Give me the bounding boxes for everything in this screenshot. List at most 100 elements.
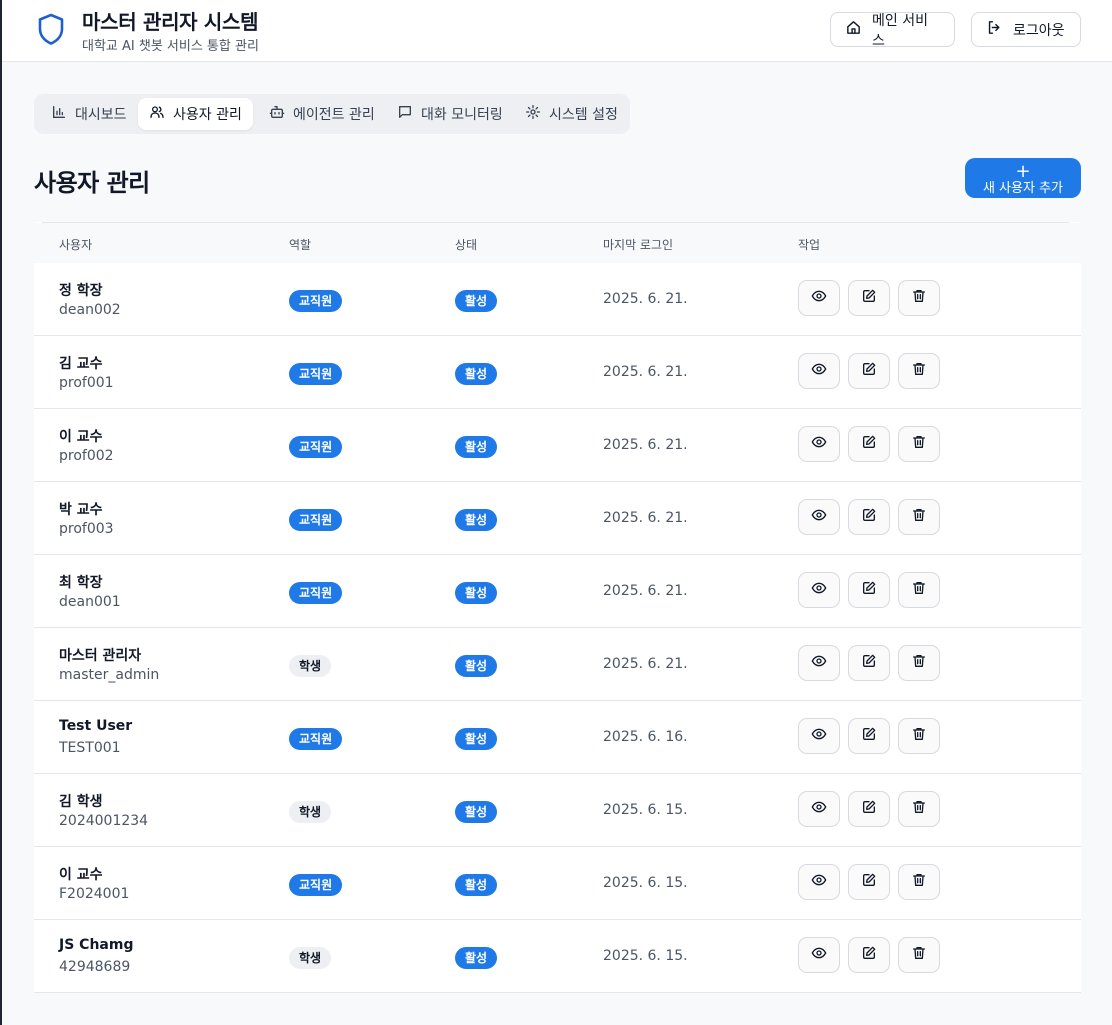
tab-user-management[interactable]: 사용자 관리 bbox=[138, 98, 253, 130]
tab-conversation-monitoring[interactable]: 대화 모니터링 bbox=[386, 98, 514, 130]
edit-button[interactable] bbox=[848, 353, 890, 389]
user-name: 마스터 관리자 bbox=[59, 648, 142, 664]
logout-label: 로그아웃 bbox=[1013, 22, 1065, 39]
eye-icon bbox=[811, 507, 827, 527]
status-badge: 활성 bbox=[455, 582, 498, 604]
window-left-edge bbox=[0, 0, 2, 1025]
delete-button[interactable] bbox=[898, 645, 940, 681]
shield-icon bbox=[36, 12, 66, 46]
user-id: 42948689 bbox=[59, 959, 131, 975]
table-row: 김 학생 2024001234 학생 활성 2025. 6. 15. bbox=[34, 774, 1081, 847]
main-service-button[interactable]: 메인 서비스 bbox=[830, 12, 955, 49]
bot-icon bbox=[269, 104, 285, 124]
add-user-button[interactable]: + 새 사용자 추가 bbox=[965, 158, 1081, 198]
delete-button[interactable] bbox=[898, 499, 940, 535]
eye-icon bbox=[811, 653, 827, 673]
delete-button[interactable] bbox=[898, 864, 940, 900]
delete-button[interactable] bbox=[898, 937, 940, 973]
status-badge: 활성 bbox=[455, 874, 498, 896]
role-badge: 학생 bbox=[289, 655, 332, 677]
edit-button[interactable] bbox=[848, 645, 890, 681]
user-name: JS Chamg bbox=[59, 937, 134, 953]
edit-icon bbox=[861, 653, 877, 673]
role-badge: 교직원 bbox=[289, 582, 343, 604]
view-button[interactable] bbox=[798, 426, 840, 462]
view-button[interactable] bbox=[798, 572, 840, 608]
plus-icon: + bbox=[1015, 161, 1031, 182]
role-badge: 학생 bbox=[289, 801, 332, 823]
edit-button[interactable] bbox=[848, 426, 890, 462]
nav-tabs: 대시보드 사용자 관리 에이전트 관리 대화 모니터링 시스템 설정 bbox=[34, 94, 630, 134]
table-row: Test User TEST001 교직원 활성 2025. 6. 16. bbox=[34, 701, 1081, 774]
users-table: 사용자 역할 상태 마지막 로그인 작업 정 학장 dean002 교직원 활성 202… bbox=[34, 222, 1081, 993]
edit-button[interactable] bbox=[848, 572, 890, 608]
user-id: prof002 bbox=[59, 448, 114, 464]
delete-button[interactable] bbox=[898, 426, 940, 462]
table-row: 정 학장 dean002 교직원 활성 2025. 6. 21. bbox=[34, 263, 1081, 336]
delete-button[interactable] bbox=[898, 718, 940, 754]
view-button[interactable] bbox=[798, 718, 840, 754]
tab-dashboard[interactable]: 대시보드 bbox=[40, 98, 138, 130]
tab-system-settings[interactable]: 시스템 설정 bbox=[514, 98, 629, 130]
column-header-last-login: 마지막 로그인 bbox=[603, 238, 674, 252]
view-button[interactable] bbox=[798, 937, 840, 973]
column-header-user: 사용자 bbox=[59, 238, 93, 252]
tab-label: 대화 모니터링 bbox=[421, 107, 503, 123]
eye-icon bbox=[811, 434, 827, 454]
delete-button[interactable] bbox=[898, 572, 940, 608]
app-header: 마스터 관리자 시스템 대학교 AI 챗봇 서비스 통합 관리 메인 서비스 로… bbox=[2, 0, 1112, 62]
user-name: Test User bbox=[59, 718, 133, 734]
trash-icon bbox=[911, 799, 927, 819]
edit-button[interactable] bbox=[848, 718, 890, 754]
role-badge: 교직원 bbox=[289, 874, 343, 896]
logout-button[interactable]: 로그아웃 bbox=[971, 12, 1081, 47]
status-badge: 활성 bbox=[455, 728, 498, 750]
edit-button[interactable] bbox=[848, 791, 890, 827]
edit-icon bbox=[861, 434, 877, 454]
table-row: 마스터 관리자 master_admin 학생 활성 2025. 6. 21. bbox=[34, 628, 1081, 701]
delete-button[interactable] bbox=[898, 353, 940, 389]
eye-icon bbox=[811, 580, 827, 600]
logout-icon bbox=[986, 19, 1003, 40]
role-badge: 교직원 bbox=[289, 363, 343, 385]
home-icon bbox=[845, 19, 862, 40]
last-login: 2025. 6. 15. bbox=[603, 802, 688, 818]
last-login: 2025. 6. 15. bbox=[603, 875, 688, 891]
edit-button[interactable] bbox=[848, 280, 890, 316]
last-login: 2025. 6. 16. bbox=[603, 729, 688, 745]
table-row: 김 교수 prof001 교직원 활성 2025. 6. 21. bbox=[34, 336, 1081, 409]
view-button[interactable] bbox=[798, 353, 840, 389]
view-button[interactable] bbox=[798, 791, 840, 827]
user-name: 이 교수 bbox=[59, 867, 103, 883]
user-id: TEST001 bbox=[59, 740, 121, 756]
edit-button[interactable] bbox=[848, 937, 890, 973]
edit-icon bbox=[861, 726, 877, 746]
status-badge: 활성 bbox=[455, 436, 498, 458]
role-badge: 학생 bbox=[289, 947, 332, 969]
edit-button[interactable] bbox=[848, 864, 890, 900]
user-name: 최 학장 bbox=[59, 575, 103, 591]
page-title: 사용자 관리 bbox=[34, 169, 150, 197]
app-subtitle: 대학교 AI 챗봇 서비스 통합 관리 bbox=[82, 39, 259, 54]
view-button[interactable] bbox=[798, 499, 840, 535]
eye-icon bbox=[811, 361, 827, 381]
user-id: dean002 bbox=[59, 302, 121, 318]
last-login: 2025. 6. 21. bbox=[603, 656, 688, 672]
edit-button[interactable] bbox=[848, 499, 890, 535]
user-id: dean001 bbox=[59, 594, 121, 610]
status-badge: 활성 bbox=[455, 363, 498, 385]
user-id: prof001 bbox=[59, 375, 114, 391]
delete-button[interactable] bbox=[898, 791, 940, 827]
edit-icon bbox=[861, 361, 877, 381]
view-button[interactable] bbox=[798, 280, 840, 316]
view-button[interactable] bbox=[798, 645, 840, 681]
delete-button[interactable] bbox=[898, 280, 940, 316]
view-button[interactable] bbox=[798, 864, 840, 900]
trash-icon bbox=[911, 361, 927, 381]
table-row: 박 교수 prof003 교직원 활성 2025. 6. 21. bbox=[34, 482, 1081, 555]
edit-icon bbox=[861, 507, 877, 527]
column-header-actions: 작업 bbox=[798, 238, 821, 252]
tab-agent-management[interactable]: 에이전트 관리 bbox=[258, 98, 386, 130]
status-badge: 활성 bbox=[455, 509, 498, 531]
eye-icon bbox=[811, 799, 827, 819]
